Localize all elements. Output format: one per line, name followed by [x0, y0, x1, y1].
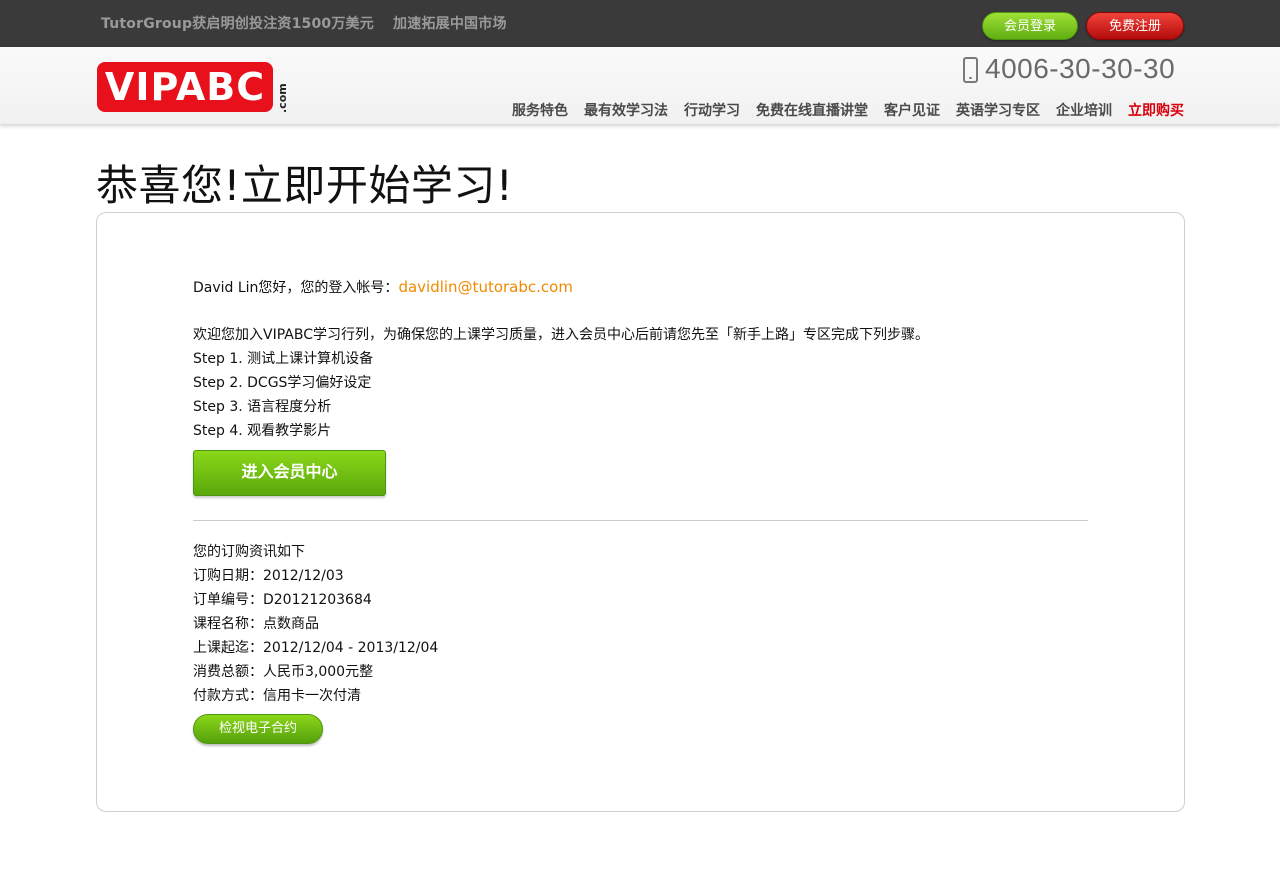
- vipabc-logo[interactable]: VIPABC: [97, 62, 273, 112]
- news-subheadline[interactable]: 加速拓展中国市场: [393, 16, 507, 32]
- news-headline[interactable]: TutorGroup获启明创投注资1500万美元: [101, 16, 374, 32]
- nav-service-features[interactable]: 服务特色: [512, 100, 568, 120]
- order-total: 消费总额：人民币3,000元整: [193, 664, 374, 680]
- nav-mobile-learning[interactable]: 行动学习: [684, 100, 740, 120]
- news-ticker[interactable]: TutorGroup获启明创投注资1500万美元 加速拓展中国市场: [101, 13, 507, 33]
- account-email: davidlin@tutorabc.com: [398, 278, 573, 296]
- logo-suffix: .com: [276, 83, 289, 113]
- member-center-button[interactable]: 进入会员中心: [193, 450, 386, 496]
- order-date: 订购日期：2012/12/03: [193, 568, 344, 584]
- divider: [193, 520, 1088, 521]
- panel-content: David Lin您好，您的登入帐号：davidlin@tutorabc.com…: [193, 275, 1088, 744]
- phone-number: 4006-30-30-30: [985, 53, 1176, 84]
- nav-free-live-lecture[interactable]: 免费在线直播讲堂: [756, 100, 868, 120]
- course-name: 课程名称：点数商品: [193, 616, 319, 632]
- nav-learning-method[interactable]: 最有效学习法: [584, 100, 668, 120]
- page-title: 恭喜您!立即开始学习!: [96, 161, 514, 210]
- order-number: 订单编号：D20121203684: [193, 592, 372, 608]
- nav-testimonials[interactable]: 客户见证: [884, 100, 940, 120]
- site-header: VIPABC .com 4006-30-30-30 服务特色 最有效学习法 行动…: [0, 47, 1280, 125]
- greeting-line: David Lin您好，您的登入帐号：davidlin@tutorabc.com: [193, 275, 1088, 299]
- logo-text: VIPABC: [104, 65, 266, 109]
- view-contract-button[interactable]: 检视电子合约: [193, 714, 323, 744]
- greeting-text: David Lin您好，您的登入帐号：: [193, 280, 399, 296]
- phone-icon: [963, 57, 978, 83]
- welcome-text: 欢迎您加入VIPABC学习行列，为确保您的上课学习质量，进入会员中心后前请您先至…: [193, 327, 929, 343]
- step-item: Step 2. DCGS学习偏好设定: [193, 375, 372, 391]
- register-button[interactable]: 免费注册: [1086, 12, 1184, 40]
- step-item: Step 1. 测试上课计算机设备: [193, 351, 374, 367]
- content-panel: David Lin您好，您的登入帐号：davidlin@tutorabc.com…: [96, 212, 1185, 812]
- payment-method: 付款方式：信用卡一次付清: [193, 688, 361, 704]
- main-nav: 服务特色 最有效学习法 行动学习 免费在线直播讲堂 客户见证 英语学习专区 企业…: [512, 100, 1184, 120]
- nav-english-zone[interactable]: 英语学习专区: [956, 100, 1040, 120]
- nav-buy-now[interactable]: 立即购买: [1128, 100, 1184, 120]
- nav-corporate-training[interactable]: 企业培训: [1056, 100, 1112, 120]
- order-heading: 您的订购资讯如下: [193, 544, 305, 560]
- step-item: Step 3. 语言程度分析: [193, 399, 332, 415]
- top-bar: TutorGroup获启明创投注资1500万美元 加速拓展中国市场 会员登录 免…: [0, 0, 1280, 47]
- course-period: 上课起迄：2012/12/04 - 2013/12/04: [193, 640, 439, 656]
- step-item: Step 4. 观看教学影片: [193, 423, 332, 439]
- login-button[interactable]: 会员登录: [982, 12, 1078, 40]
